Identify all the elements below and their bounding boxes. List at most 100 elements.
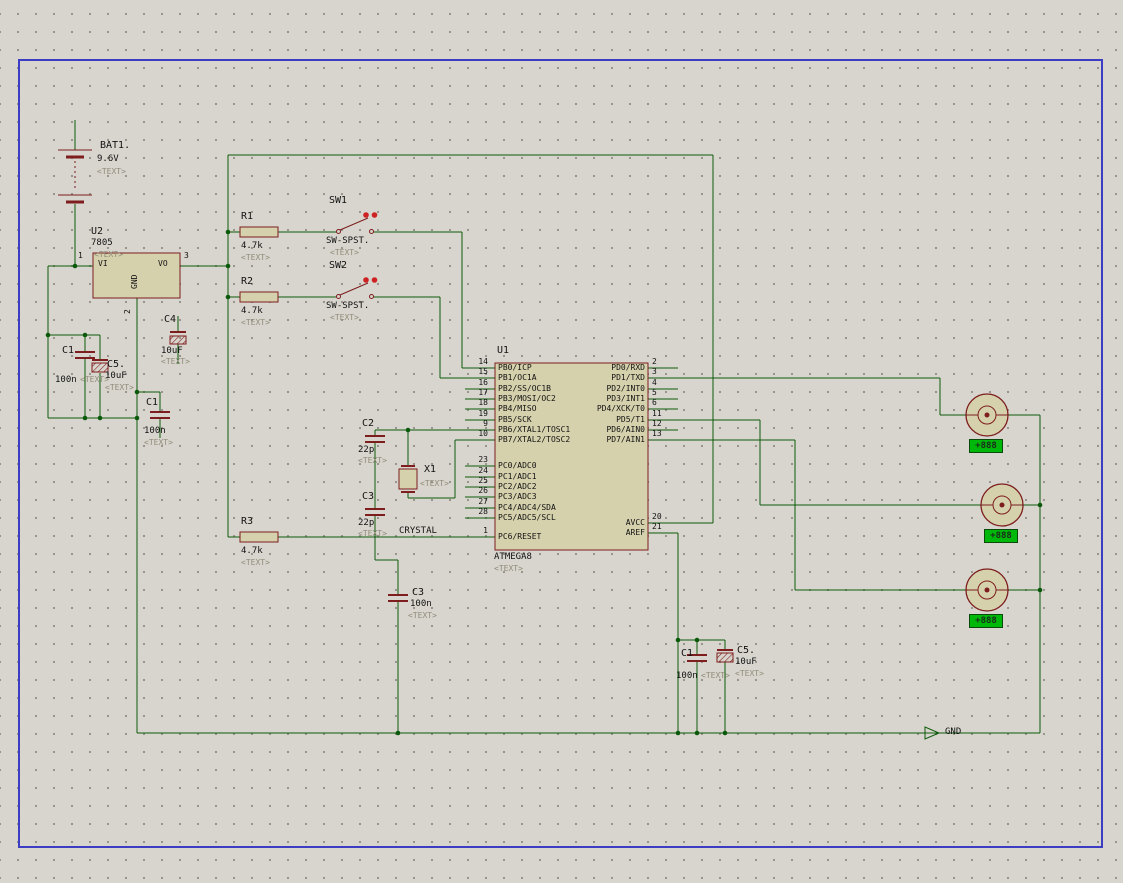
u2-pin-vi-name: VI: [98, 259, 108, 268]
bat1-ref: BAT1.: [100, 140, 131, 151]
c3a-text: <TEXT>: [358, 529, 387, 538]
dc-motor-2[interactable]: [980, 483, 1024, 527]
dc-motor-1[interactable]: [965, 393, 1009, 437]
c5c-ref: C5.: [737, 645, 756, 656]
c1b-value: 100n: [144, 426, 166, 436]
u1-pin-number: 4: [652, 378, 657, 387]
u1-pin-number: 1: [483, 526, 488, 535]
schematic-canvas[interactable]: BAT1. 9.6V <TEXT> U2 7805 <TEXT> 1 3 2 V…: [0, 0, 1123, 883]
capacitor-c3b[interactable]: [388, 594, 408, 602]
c4-value: 10uF: [161, 346, 183, 356]
capacitor-c3a[interactable]: [365, 508, 385, 516]
u1-pin-number: 12: [652, 419, 662, 428]
u1-pin-name: PD3/INT1: [606, 394, 645, 403]
motor-rpm-display: +888: [969, 614, 1003, 628]
r3-value: 4.7k: [241, 546, 263, 556]
sw1-toggle-dot[interactable]: [363, 212, 369, 218]
u1-pin-name: PD7/AIN1: [606, 435, 645, 444]
c3a-ref: C3: [362, 491, 375, 502]
c3a-value: 22p: [358, 518, 375, 528]
x1-ref: X1: [424, 464, 437, 475]
u1-pin-number: 25: [478, 476, 488, 485]
r2-value: 4.7k: [241, 306, 263, 316]
u1-pin-number: 6: [652, 398, 657, 407]
u1-pin-number: 23: [478, 455, 488, 464]
u1-pin-name: PC6/RESET: [498, 532, 542, 541]
u1-pin-name: PB2/SS/OC1B: [498, 384, 551, 393]
c2-ref: C2: [362, 418, 375, 429]
u1-pin-number: 16: [478, 378, 488, 387]
c1c-value: 100n: [676, 671, 698, 681]
c4-text: <TEXT>: [161, 357, 190, 366]
capacitor-c1a[interactable]: [75, 351, 95, 359]
sw1-toggle-dot[interactable]: [371, 212, 378, 218]
u1-pin-number: 3: [652, 367, 657, 376]
u1-pin-name: PC4/ADC4/SDA: [498, 503, 556, 512]
u1-pin-number: 18: [478, 398, 488, 407]
x1-value: CRYSTAL: [399, 526, 437, 536]
c1c-text: <TEXT>: [701, 671, 730, 680]
u1-pin-name: PB1/OC1A: [498, 373, 537, 382]
sw2-toggle-dot[interactable]: [363, 277, 369, 283]
capacitor-c4[interactable]: [169, 331, 187, 345]
capacitor-c5c[interactable]: [716, 649, 734, 663]
dc-motor-3[interactable]: [965, 568, 1009, 612]
capacitor-c1b[interactable]: [150, 411, 170, 419]
u1-pin-number: 20: [652, 512, 662, 521]
bat1-text: <TEXT>: [97, 167, 126, 176]
u1-pin-name: PD2/INT0: [606, 384, 645, 393]
sw2-ref: SW2: [329, 260, 348, 271]
u1-pin-number: 28: [478, 507, 488, 516]
resistor-r2[interactable]: [239, 291, 279, 303]
u1-text: <TEXT>: [494, 564, 523, 573]
u1-pin-number: 14: [478, 357, 488, 366]
u1-pin-number: 19: [478, 409, 488, 418]
c5a-ref: C5.: [107, 359, 126, 370]
c3b-text: <TEXT>: [408, 611, 437, 620]
r1-text: <TEXT>: [241, 253, 270, 262]
switch-sw1[interactable]: [336, 217, 374, 234]
u2-pin-vo-name: VO: [158, 259, 168, 268]
u1-pin-number: 5: [652, 388, 657, 397]
x1-text: <TEXT>: [420, 479, 449, 488]
c1b-text: <TEXT>: [144, 438, 173, 447]
u1-pin-number: 9: [483, 419, 488, 428]
u1-pin-name: PD5/T1: [616, 415, 645, 424]
crystal-x1[interactable]: [398, 465, 418, 493]
c3b-ref: C3: [412, 587, 425, 598]
c5a-value: 10uF: [105, 371, 127, 381]
c1b-ref: C1: [146, 397, 159, 408]
u1-pin-name: PD6/AIN0: [606, 425, 645, 434]
sw2-toggle-dot[interactable]: [371, 277, 378, 283]
u2-pin1-number: 1: [78, 251, 83, 260]
r3-ref: R3: [241, 516, 254, 527]
capacitor-c2[interactable]: [365, 435, 385, 443]
battery-symbol[interactable]: [58, 149, 92, 204]
c2-value: 22p: [358, 445, 375, 455]
c2-text: <TEXT>: [358, 456, 387, 465]
u1-pin-number: 24: [478, 466, 488, 475]
sw2-value: SW-SPST.: [326, 301, 370, 311]
u1-value: ATMEGA8: [494, 552, 532, 562]
c4-ref: C4: [164, 314, 177, 325]
gnd-net-label: GND: [945, 727, 962, 737]
c5c-value: 10uF: [735, 657, 757, 667]
sw1-ref: SW1: [329, 195, 348, 206]
r2-ref: R2: [241, 276, 254, 287]
u1-pin-name: PC2/ADC2: [498, 482, 537, 491]
u1-pin-name: PC1/ADC1: [498, 472, 537, 481]
u1-pin-number: 10: [478, 429, 488, 438]
switch-sw2[interactable]: [336, 282, 374, 299]
c1a-ref: C1: [62, 345, 75, 356]
u1-pin-number: 27: [478, 497, 488, 506]
u2-text: <TEXT>: [94, 250, 123, 259]
resistor-r1[interactable]: [239, 226, 279, 238]
sw1-text: <TEXT>: [330, 248, 359, 257]
c5c-text: <TEXT>: [735, 669, 764, 678]
resistor-r3[interactable]: [239, 531, 279, 543]
bat1-value: 9.6V: [97, 154, 119, 164]
r3-text: <TEXT>: [241, 558, 270, 567]
c5a-text: <TEXT>: [105, 383, 134, 392]
sw1-value: SW-SPST.: [326, 236, 370, 246]
motor-rpm-display: +888: [969, 439, 1003, 453]
